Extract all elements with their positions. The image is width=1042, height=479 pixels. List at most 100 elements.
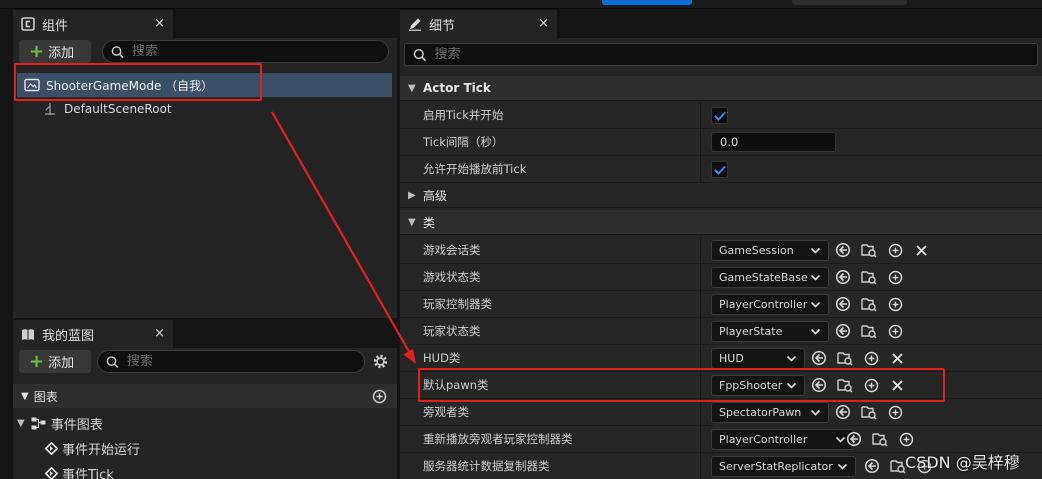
clear-icon[interactable] — [889, 377, 905, 393]
tree-item-label: ShooterGameMode （自我） — [46, 78, 214, 93]
use-selected-icon[interactable] — [811, 377, 827, 393]
column-divider — [700, 102, 701, 128]
clear-icon[interactable] — [889, 350, 905, 366]
property-label: 玩家控制器类 — [423, 297, 492, 311]
property-label: Tick间隔（秒） — [423, 135, 504, 149]
property-row: 启用Tick并开始 — [400, 102, 1042, 129]
class-picker-value: PlayerController — [719, 298, 808, 311]
column-divider — [700, 372, 701, 398]
clear-icon[interactable] — [913, 242, 929, 258]
plus-icon: + — [29, 40, 45, 62]
add-icon[interactable] — [887, 404, 903, 420]
column-divider — [700, 453, 701, 479]
class-picker-combo[interactable]: GameStateBase — [711, 267, 829, 288]
section-classes[interactable]: ▼ 类 — [400, 210, 1042, 235]
use-selected-icon[interactable] — [835, 404, 851, 420]
section-actor-tick[interactable]: ▼ Actor Tick — [400, 76, 1042, 101]
browse-folder-icon[interactable] — [861, 269, 877, 285]
browse-folder-icon[interactable] — [837, 377, 853, 393]
class-property-row: 玩家控制器类 PlayerController — [400, 291, 1042, 318]
new-class-icon[interactable] — [887, 242, 903, 258]
use-selected-icon[interactable] — [835, 269, 851, 285]
close-icon[interactable]: × — [154, 16, 165, 31]
browse-folder-icon[interactable] — [872, 431, 888, 447]
column-divider — [700, 129, 701, 155]
column-divider — [700, 291, 701, 317]
add-icon[interactable] — [887, 269, 903, 285]
gamemode-icon — [24, 78, 40, 92]
class-picker-combo[interactable]: ServerStatReplicator — [711, 456, 856, 477]
components-search[interactable] — [102, 40, 389, 63]
graph-section-header[interactable]: ▼ 图表 — [13, 384, 397, 408]
chevron-down-icon — [810, 409, 821, 416]
allow-tick-before-play-checkbox[interactable] — [711, 161, 728, 178]
browse-folder-icon[interactable] — [890, 458, 906, 474]
use-selected-icon[interactable] — [811, 350, 827, 366]
new-class-icon[interactable] — [863, 377, 879, 393]
use-selected-icon[interactable] — [835, 296, 851, 312]
details-search[interactable] — [404, 43, 1038, 66]
blueprint-search[interactable] — [97, 350, 365, 373]
event-graph-icon — [31, 417, 46, 429]
class-picker-value: GameStateBase — [719, 271, 808, 284]
class-picker-value: FppShooter — [719, 379, 783, 392]
close-icon[interactable]: × — [154, 326, 165, 341]
class-picker-combo[interactable]: PlayerController — [711, 294, 829, 315]
search-input[interactable] — [434, 47, 1037, 62]
tab-details[interactable]: 细节 × — [400, 10, 557, 38]
chevron-down-icon — [810, 274, 821, 281]
checkmark-icon — [713, 111, 726, 121]
toolbar-primary-button[interactable] — [602, 0, 692, 5]
add-component-button[interactable]: + 添加 — [19, 40, 91, 63]
add-blueprint-item-button[interactable]: + 添加 — [19, 350, 91, 373]
tab-my-blueprint[interactable]: 我的蓝图 × — [13, 320, 173, 348]
browse-folder-icon[interactable] — [861, 323, 877, 339]
class-picker-combo[interactable]: GameSession — [711, 240, 829, 261]
tree-item-event-tick[interactable]: 事件Tick — [45, 461, 345, 479]
event-diamond-icon — [45, 466, 58, 479]
class-picker-combo[interactable]: PlayerState — [711, 321, 829, 342]
toolbar-secondary-button[interactable] — [792, 0, 907, 5]
browse-folder-icon[interactable] — [837, 350, 853, 366]
browse-folder-icon[interactable] — [861, 296, 877, 312]
use-selected-icon[interactable] — [846, 431, 862, 447]
chevron-down-icon — [810, 328, 821, 335]
tree-item-defaultsceneroot[interactable]: DefaultSceneRoot — [43, 97, 383, 121]
class-property-row: HUD类 HUD — [400, 345, 1042, 372]
collapse-arrow-icon: ▼ — [21, 390, 29, 402]
add-icon[interactable] — [898, 431, 914, 447]
column-divider — [700, 399, 701, 425]
class-picker-combo[interactable]: HUD — [711, 348, 805, 369]
class-picker-combo[interactable]: PlayerController — [711, 429, 854, 450]
browse-folder-icon[interactable] — [861, 404, 877, 420]
search-icon — [106, 355, 119, 368]
class-property-row: 游戏会话类 GameSession — [400, 237, 1042, 264]
tree-item-event-begin-play[interactable]: 事件开始运行 — [45, 436, 345, 460]
class-picker-combo[interactable]: SpectatorPawn — [711, 402, 829, 423]
tree-item-event-graph[interactable]: ▼ 事件图表 — [17, 411, 317, 435]
close-icon[interactable]: × — [538, 16, 549, 31]
section-advanced[interactable]: ▶ 高级 — [400, 183, 1042, 208]
add-graph-icon[interactable] — [372, 389, 387, 404]
add-icon[interactable] — [887, 296, 903, 312]
collapse-arrow-icon: ▼ — [17, 417, 25, 429]
use-selected-icon[interactable] — [864, 458, 880, 474]
section-label: Actor Tick — [423, 81, 491, 95]
use-selected-icon[interactable] — [835, 323, 851, 339]
property-label: HUD类 — [423, 351, 461, 365]
start-with-tick-checkbox[interactable] — [711, 107, 728, 124]
tab-components[interactable]: 组件 × — [13, 10, 173, 38]
search-input[interactable] — [131, 44, 388, 59]
property-label: 启用Tick并开始 — [423, 108, 504, 122]
class-picker-combo[interactable]: FppShooter — [711, 375, 805, 396]
settings-gear-icon[interactable] — [372, 353, 389, 370]
tab-title: 我的蓝图 — [42, 328, 95, 344]
class-property-row: 玩家状态类 PlayerState — [400, 318, 1042, 345]
use-selected-icon[interactable] — [835, 242, 851, 258]
tick-interval-field[interactable]: 0.0 — [711, 132, 836, 152]
tree-item-shootergamemode[interactable]: ShooterGameMode （自我） — [17, 73, 392, 97]
add-icon[interactable] — [887, 323, 903, 339]
search-input[interactable] — [126, 354, 364, 369]
browse-folder-icon[interactable] — [861, 242, 877, 258]
new-class-icon[interactable] — [863, 350, 879, 366]
